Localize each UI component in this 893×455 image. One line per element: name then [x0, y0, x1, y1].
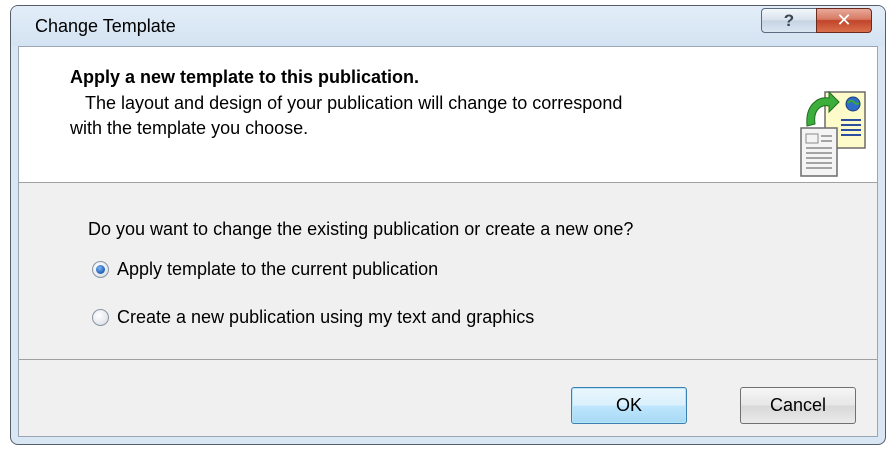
header-description: The layout and design of your publicatio… [70, 91, 770, 141]
window-title: Change Template [35, 16, 176, 36]
question-text: Do you want to change the existing publi… [88, 219, 634, 239]
change-template-icon [800, 90, 866, 177]
header-description-line-2: with the template you choose. [70, 118, 309, 138]
dialog-content: Apply a new template to this publication… [18, 46, 878, 437]
ok-button[interactable]: OK [571, 387, 687, 424]
title-bar[interactable]: Change Template ? ✕ [11, 6, 885, 46]
header-description-line-1: The layout and design of your publicatio… [85, 93, 623, 113]
option-apply-current[interactable]: Apply template to the current publicatio… [92, 259, 438, 280]
help-icon: ? [783, 10, 795, 30]
radio-create-new[interactable] [92, 309, 109, 326]
option-create-new-label[interactable]: Create a new publication using my text a… [117, 307, 534, 328]
change-template-dialog: Change Template ? ✕ Apply a new template… [10, 5, 886, 445]
dialog-header: Apply a new template to this publication… [19, 47, 877, 183]
divider [19, 359, 877, 360]
header-title: Apply a new template to this publication… [70, 67, 420, 87]
option-create-new[interactable]: Create a new publication using my text a… [92, 307, 534, 328]
radio-apply-current[interactable] [92, 261, 109, 278]
close-button[interactable]: ✕ [816, 8, 872, 33]
close-icon: ✕ [836, 10, 852, 30]
option-apply-current-label[interactable]: Apply template to the current publicatio… [117, 259, 438, 280]
cancel-button[interactable]: Cancel [740, 387, 856, 424]
help-button[interactable]: ? [761, 8, 817, 33]
